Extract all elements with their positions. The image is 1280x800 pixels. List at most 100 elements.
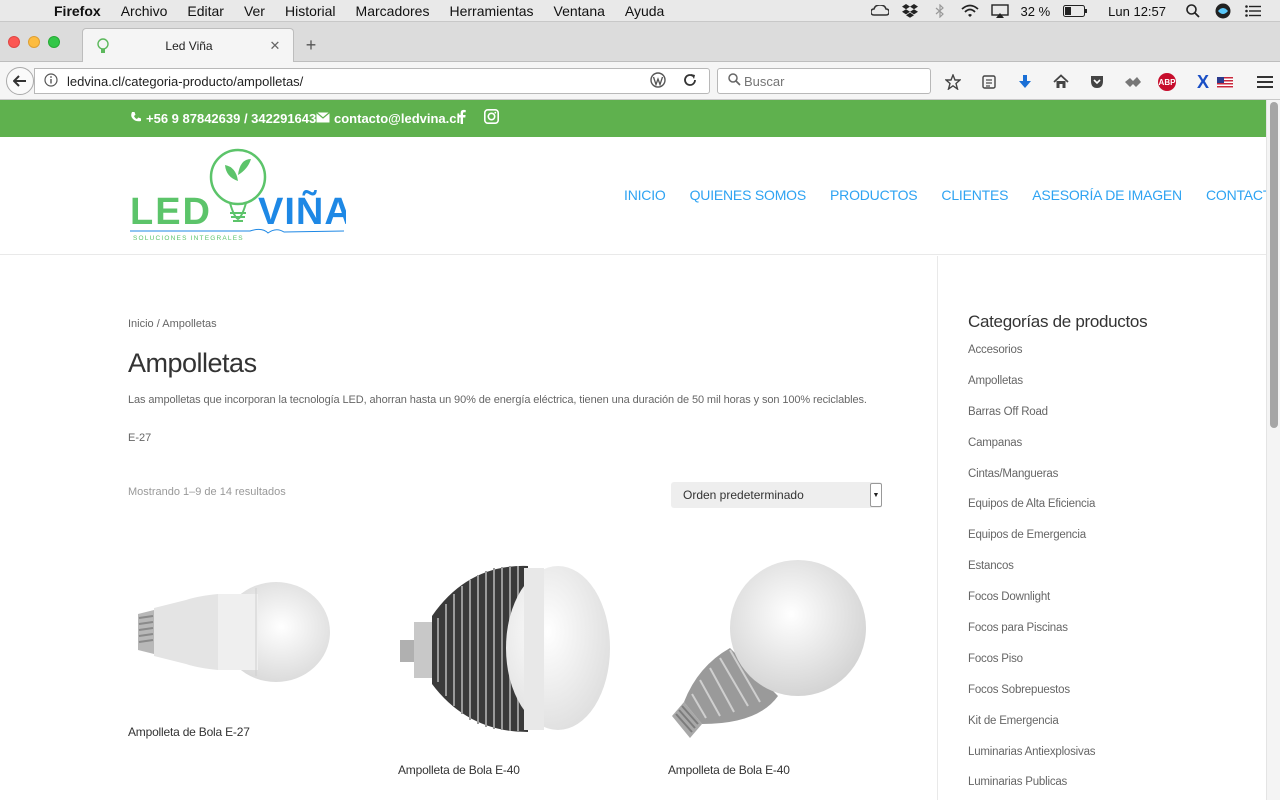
url-bar[interactable]: ledvina.cl/categoria-producto/ampolletas… bbox=[34, 68, 710, 94]
menu-clock[interactable]: Lun 12:57 bbox=[1108, 4, 1166, 19]
category-link[interactable]: Focos Piso bbox=[968, 653, 1095, 684]
email-address: contacto@ledvina.cl bbox=[334, 111, 461, 126]
adblock-icon[interactable]: ABP bbox=[1158, 73, 1176, 91]
back-button[interactable] bbox=[6, 67, 34, 95]
window-close-button[interactable] bbox=[8, 36, 20, 48]
category-link[interactable]: Cintas/Mangueras bbox=[968, 468, 1095, 499]
menu-herramientas[interactable]: Herramientas bbox=[449, 3, 533, 19]
flag-icon[interactable] bbox=[1216, 72, 1234, 92]
browser-tab-bar: Led Viña ✕ + bbox=[0, 22, 1280, 62]
nav-contacto[interactable]: CONTACTO bbox=[1206, 187, 1266, 203]
svg-text:SOLUCIONES INTEGRALES: SOLUCIONES INTEGRALES bbox=[133, 235, 244, 242]
result-count: Mostrando 1–9 de 14 resultados bbox=[128, 486, 286, 498]
tab-title: Led Viña bbox=[165, 38, 213, 53]
airplay-icon[interactable] bbox=[990, 4, 1009, 18]
category-link[interactable]: Focos para Piscinas bbox=[968, 622, 1095, 653]
wordpress-icon[interactable] bbox=[649, 71, 667, 91]
category-link[interactable]: Accesorios bbox=[968, 344, 1095, 375]
menu-app-name[interactable]: Firefox bbox=[54, 3, 101, 19]
url-text[interactable]: ledvina.cl/categoria-producto/ampolletas… bbox=[61, 74, 649, 89]
creative-cloud-icon[interactable] bbox=[870, 4, 889, 18]
phone-contact[interactable]: +56 9 87842639 / 342291643 bbox=[130, 111, 316, 126]
svg-text:VIÑA: VIÑA bbox=[258, 189, 346, 233]
menu-ver[interactable]: Ver bbox=[244, 3, 265, 19]
category-link[interactable]: Luminarias Publicas bbox=[968, 776, 1095, 800]
menu-ventana[interactable]: Ventana bbox=[554, 3, 605, 19]
download-icon[interactable] bbox=[1014, 72, 1036, 92]
menu-marcadores[interactable]: Marcadores bbox=[356, 3, 430, 19]
x-extension-icon[interactable]: X bbox=[1192, 72, 1214, 92]
product-image[interactable] bbox=[668, 556, 884, 746]
notification-center-icon[interactable] bbox=[1244, 4, 1262, 18]
product-name[interactable]: Ampolleta de Bola E-27 bbox=[128, 725, 250, 739]
instagram-icon[interactable] bbox=[484, 109, 499, 124]
chevron-down-icon[interactable]: ▼ bbox=[870, 483, 882, 507]
svg-text:LED: LED bbox=[130, 191, 212, 233]
home-icon[interactable] bbox=[1050, 72, 1072, 92]
logo-bulb-icon bbox=[209, 148, 267, 222]
pocket-icon[interactable] bbox=[1086, 72, 1108, 92]
product-image[interactable] bbox=[398, 556, 614, 746]
scrollbar-thumb[interactable] bbox=[1270, 102, 1278, 428]
category-link[interactable]: Barras Off Road bbox=[968, 406, 1095, 437]
category-link[interactable]: Luminarias Antiexplosivas bbox=[968, 746, 1096, 777]
siri-icon[interactable] bbox=[1214, 3, 1232, 19]
site-info-icon[interactable] bbox=[41, 72, 61, 90]
category-link[interactable]: Estancos bbox=[968, 560, 1095, 591]
nav-quienes-somos[interactable]: QUIENES SOMOS bbox=[690, 187, 807, 203]
wifi-icon[interactable] bbox=[960, 4, 979, 18]
site-top-bar: +56 9 87842639 / 342291643 contacto@ledv… bbox=[0, 100, 1266, 137]
new-tab-button[interactable]: + bbox=[302, 36, 320, 54]
bookmark-star-icon[interactable] bbox=[942, 72, 964, 92]
window-minimize-button[interactable] bbox=[28, 36, 40, 48]
facebook-icon[interactable] bbox=[458, 109, 466, 124]
main-navigation: INICIO QUIENES SOMOS PRODUCTOS CLIENTES … bbox=[624, 187, 1266, 203]
category-link[interactable]: Ampolletas bbox=[968, 375, 1095, 406]
phone-icon bbox=[130, 111, 142, 126]
phone-number: +56 9 87842639 / 342291643 bbox=[146, 111, 317, 126]
dropbox-icon[interactable] bbox=[901, 4, 919, 18]
category-link[interactable]: Kit de Emergencia bbox=[968, 715, 1095, 746]
category-link[interactable]: Focos Downlight bbox=[968, 591, 1095, 622]
category-link[interactable]: Campanas bbox=[968, 437, 1095, 468]
web-page: +56 9 87842639 / 342291643 contacto@ledv… bbox=[0, 100, 1266, 800]
menu-historial[interactable]: Historial bbox=[285, 3, 336, 19]
site-header: LED VIÑA SOLUCIONES INTEGRALES INICIO QU… bbox=[0, 137, 1266, 255]
category-subtext: E-27 bbox=[128, 432, 152, 444]
reload-icon[interactable] bbox=[681, 73, 699, 90]
spotlight-icon[interactable] bbox=[1184, 4, 1202, 18]
search-bar[interactable] bbox=[717, 68, 931, 94]
breadcrumb[interactable]: Inicio / Ampolletas bbox=[128, 318, 217, 330]
search-input[interactable] bbox=[744, 73, 914, 89]
window-zoom-button[interactable] bbox=[48, 36, 60, 48]
search-icon bbox=[724, 73, 744, 89]
nav-clientes[interactable]: CLIENTES bbox=[941, 187, 1008, 203]
category-link[interactable]: Equipos de Emergencia bbox=[968, 529, 1095, 560]
category-link[interactable]: Focos Sobrepuestos bbox=[968, 684, 1095, 715]
reading-list-icon[interactable] bbox=[978, 72, 1000, 92]
page-title: Ampolletas bbox=[128, 348, 257, 378]
nav-productos[interactable]: PRODUCTOS bbox=[830, 187, 918, 203]
sidebar-title: Categorías de productos bbox=[968, 312, 1148, 331]
extension-icon[interactable] bbox=[1122, 72, 1144, 92]
category-link[interactable]: Equipos de Alta Eficiencia bbox=[968, 498, 1095, 529]
menu-icon[interactable] bbox=[1254, 72, 1276, 92]
menu-editar[interactable]: Editar bbox=[187, 3, 224, 19]
sidebar: Categorías de productos Accesorios Ampol… bbox=[937, 256, 1266, 800]
bluetooth-icon[interactable] bbox=[931, 4, 949, 18]
menu-archivo[interactable]: Archivo bbox=[121, 3, 168, 19]
order-select[interactable]: Orden predeterminado ▼ bbox=[671, 482, 882, 508]
browser-tab-active[interactable]: Led Viña ✕ bbox=[82, 28, 294, 62]
site-logo[interactable]: LED VIÑA SOLUCIONES INTEGRALES bbox=[130, 147, 352, 245]
product-name[interactable]: Ampolleta de Bola E-40 bbox=[398, 763, 520, 777]
email-contact[interactable]: contacto@ledvina.cl bbox=[316, 111, 460, 126]
battery-icon[interactable] bbox=[1062, 4, 1088, 18]
page-scrollbar[interactable] bbox=[1266, 100, 1280, 800]
tab-close-icon[interactable]: ✕ bbox=[267, 38, 283, 54]
browser-nav-bar: ledvina.cl/categoria-producto/ampolletas… bbox=[0, 62, 1280, 100]
nav-inicio[interactable]: INICIO bbox=[624, 187, 666, 203]
menu-ayuda[interactable]: Ayuda bbox=[625, 3, 664, 19]
product-image[interactable] bbox=[128, 556, 344, 746]
nav-asesoria-de-imagen[interactable]: ASESORÍA DE IMAGEN bbox=[1032, 187, 1182, 203]
product-name[interactable]: Ampolleta de Bola E-40 bbox=[668, 763, 790, 777]
